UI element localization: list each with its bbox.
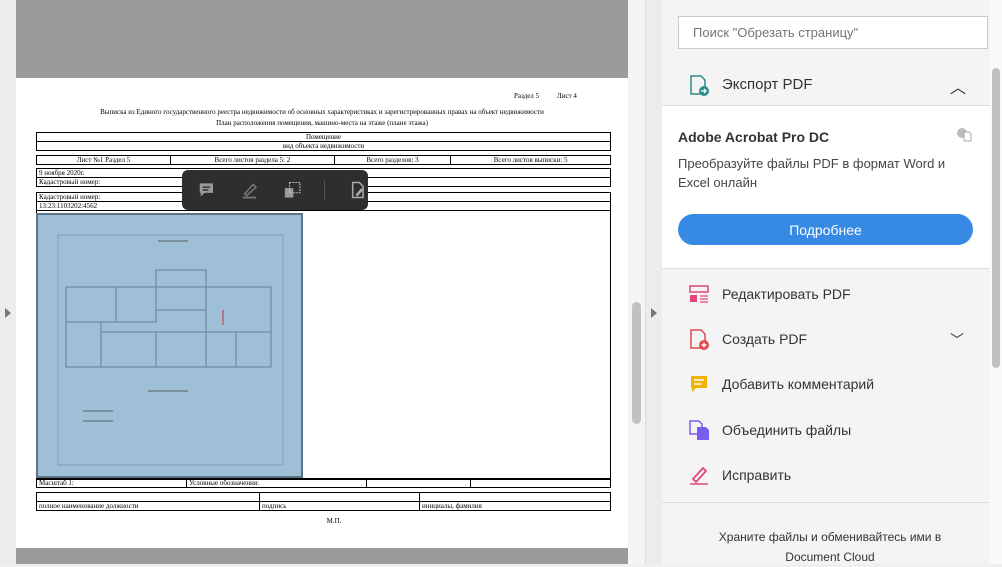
object-type: Помещение [36, 132, 611, 142]
signature-table: полное наименование должности подпись иниц… [36, 492, 611, 511]
table-cell [470, 478, 611, 488]
comment-icon[interactable] [196, 179, 217, 201]
toolbar-divider [324, 180, 326, 200]
tool-label: Добавить комментарий [722, 376, 875, 392]
table-cell: Лист №1 Раздел 5 [36, 155, 171, 165]
object-table: Помещение вид объекта недвижимости [36, 132, 611, 151]
pdf-page: Раздел 5 Лист 4 Выписка из Единого госуд… [16, 78, 628, 548]
table-cell [259, 492, 420, 502]
table-cell [419, 492, 611, 502]
sheet-label: Лист 4 [557, 92, 577, 100]
document-scrollbar[interactable] [628, 0, 645, 564]
panel-collapse-toggle[interactable] [645, 0, 662, 564]
chevron-down-icon[interactable]: ﹀ [950, 330, 964, 350]
table-cell: Масштаб 1: [36, 478, 187, 488]
scale-table: Масштаб 1: Условные обозначения: [36, 478, 611, 488]
highlighter-icon[interactable] [239, 179, 260, 201]
doc-title: Выписка из Единого государственного реес… [100, 108, 544, 116]
expand-arrow-icon [5, 308, 11, 318]
chevron-up-icon[interactable]: ︿ [950, 74, 966, 98]
export-pdf-content: Adobe Acrobat Pro DC Преобразуйте файлы … [662, 106, 990, 269]
selected-floor-plan-image[interactable] [36, 213, 303, 478]
document-scroll-thumb[interactable] [632, 302, 641, 424]
section-divider [662, 502, 990, 503]
document-cloud-promo: Храните файлы и обменивайтесь ими в Docu… [718, 530, 942, 564]
table-cell: инициалы, фамилия [419, 501, 611, 511]
floor-plan-drawing [57, 234, 284, 466]
fill-sign-icon[interactable] [347, 179, 368, 201]
table-cell: подпись [259, 501, 420, 511]
export-pdf-header[interactable]: Экспорт PDF ︿ [662, 64, 990, 106]
table-cell: Условные обозначения: [186, 478, 367, 488]
cloud-document-icon [957, 128, 972, 142]
left-panel-toggle[interactable] [0, 0, 16, 564]
table-cell: полное наименование должности [36, 501, 260, 511]
tool-label: Создать PDF [722, 331, 808, 347]
doc-subtitle: План расположения помещения, машино-мест… [216, 119, 428, 127]
tool-label: Объединить файлы [722, 422, 852, 438]
table-cell: Всего листов раздела 5: 2 [170, 155, 335, 165]
product-name: Adobe Acrobat Pro DC [678, 129, 830, 145]
tool-label: Исправить [722, 467, 792, 483]
tool-fix[interactable]: Исправить [688, 464, 791, 486]
section-label: Раздел 5 [514, 92, 540, 100]
tool-add-comment[interactable]: Добавить комментарий [688, 373, 874, 395]
collapse-arrow-icon [651, 308, 657, 318]
tool-combine-files[interactable]: Объединить файлы [688, 419, 851, 441]
table-cell [366, 478, 471, 488]
stamp-label: М.П. [326, 517, 342, 525]
sheet-info-table: Лист №1 Раздел 5 Всего листов раздела 5: … [36, 155, 611, 165]
edit-pdf-icon [689, 285, 709, 303]
export-pdf-title: Экспорт PDF [722, 76, 813, 93]
table-cell [36, 492, 260, 502]
tool-label: Редактировать PDF [722, 286, 851, 302]
comment-icon [691, 376, 707, 392]
combine-files-icon [689, 420, 709, 440]
export-pdf-icon [690, 75, 709, 96]
quick-tools-toolbar [182, 170, 368, 210]
learn-more-button[interactable]: Подробнее [678, 214, 973, 245]
table-cell: Всего листов выписки: 5 [450, 155, 611, 165]
object-type-caption: вид объекта недвижимости [36, 141, 611, 151]
tool-create-pdf[interactable]: Создать PDF [688, 328, 807, 350]
pen-icon [690, 466, 708, 485]
crop-selection-icon[interactable] [282, 179, 303, 201]
search-tools-input[interactable] [678, 16, 988, 49]
panel-scroll-thumb[interactable] [992, 68, 1000, 368]
create-pdf-icon [690, 329, 709, 350]
table-cell: Всего разделов: 3 [333, 155, 452, 165]
product-description: Преобразуйте файлы PDF в формат Word и E… [678, 156, 946, 190]
tool-edit-pdf[interactable]: Редактировать PDF [688, 283, 851, 305]
